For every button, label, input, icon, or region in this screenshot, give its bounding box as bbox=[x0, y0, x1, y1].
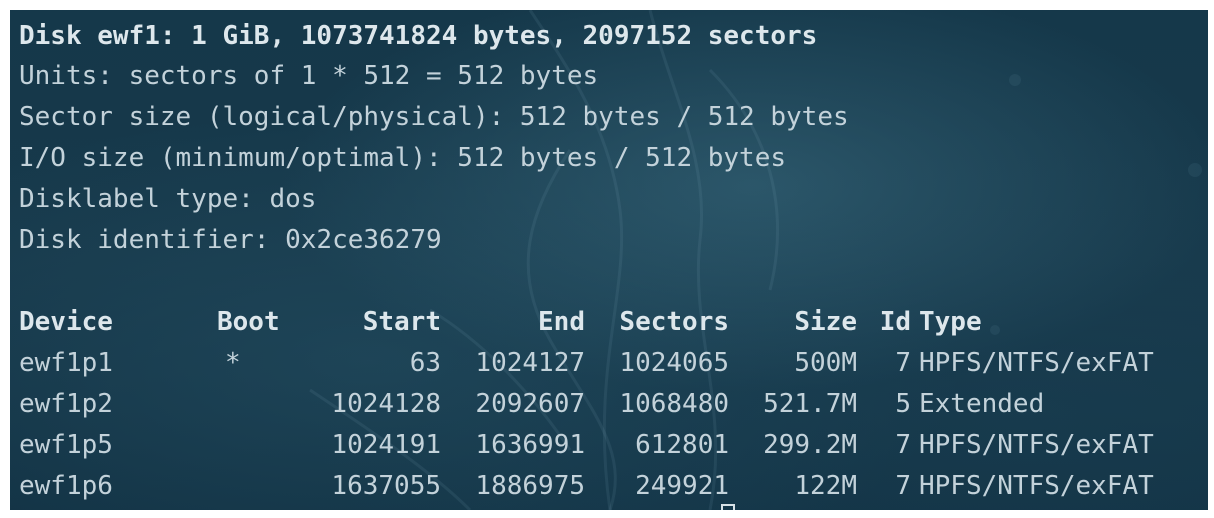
start-cell: 1024191 bbox=[331, 430, 441, 460]
terminal-window[interactable]: Disk ewf1: 1 GiB, 1073741824 bytes, 2097… bbox=[10, 10, 1208, 510]
device-cell: ewf1p2 bbox=[19, 389, 113, 419]
type-cell: HPFS/NTFS/exFAT bbox=[919, 348, 1154, 378]
id-cell: 5 bbox=[895, 389, 911, 419]
table-header-row: Device Boot Start End Sectors Size Id Ty… bbox=[19, 302, 982, 342]
column-header-sectors: Sectors bbox=[619, 307, 729, 337]
end-cell: 2092607 bbox=[475, 389, 585, 419]
type-cell: HPFS/NTFS/exFAT bbox=[919, 471, 1154, 501]
end-cell: 1886975 bbox=[475, 471, 585, 501]
disk-identifier-line: Disk identifier: 0x2ce36279 bbox=[19, 225, 442, 255]
column-header-size: Size bbox=[794, 307, 857, 337]
sectors-cell: 1024065 bbox=[619, 348, 729, 378]
sectors-cell: 1068480 bbox=[619, 389, 729, 419]
id-cell: 7 bbox=[895, 471, 911, 501]
disklabel-type-line: Disklabel type: dos bbox=[19, 184, 317, 214]
id-cell: 7 bbox=[895, 348, 911, 378]
start-cell: 63 bbox=[409, 348, 441, 378]
column-header-type: Type bbox=[919, 307, 982, 337]
units-line: Units: sectors of 1 * 512 = 512 bytes bbox=[19, 61, 599, 91]
column-header-end: End bbox=[538, 307, 585, 337]
table-row: ewf1p1 * 63 1024127 1024065 500M 7 HPFS/… bbox=[19, 343, 1154, 383]
io-size-line: I/O size (minimum/optimal): 512 bytes / … bbox=[19, 143, 787, 173]
size-cell: 521.7M bbox=[763, 389, 857, 419]
sectors-cell: 249921 bbox=[635, 471, 729, 501]
id-cell: 7 bbox=[895, 430, 911, 460]
device-cell: ewf1p5 bbox=[19, 430, 113, 460]
column-header-start: Start bbox=[362, 307, 441, 337]
table-row: ewf1p2 1024128 2092607 1068480 521.7M 5 … bbox=[19, 384, 1044, 424]
disk-summary-line: Disk ewf1: 1 GiB, 1073741824 bytes, 2097… bbox=[19, 21, 818, 51]
column-header-device: Device bbox=[19, 307, 113, 337]
type-cell: HPFS/NTFS/exFAT bbox=[919, 430, 1154, 460]
sectors-cell: 612801 bbox=[635, 430, 729, 460]
text-cursor bbox=[721, 504, 735, 510]
sector-size-line: Sector size (logical/physical): 512 byte… bbox=[19, 102, 849, 132]
start-cell: 1024128 bbox=[331, 389, 441, 419]
column-header-id: Id bbox=[879, 307, 911, 337]
type-cell: Extended bbox=[919, 389, 1045, 419]
size-cell: 500M bbox=[794, 348, 857, 378]
device-cell: ewf1p1 bbox=[19, 348, 113, 378]
size-cell: 299.2M bbox=[763, 430, 857, 460]
end-cell: 1024127 bbox=[475, 348, 585, 378]
start-cell: 1637055 bbox=[331, 471, 441, 501]
end-cell: 1636991 bbox=[475, 430, 585, 460]
device-cell: ewf1p6 bbox=[19, 471, 113, 501]
size-cell: 122M bbox=[794, 471, 857, 501]
table-row: ewf1p6 1637055 1886975 249921 122M 7 HPF… bbox=[19, 466, 1154, 506]
table-row: ewf1p5 1024191 1636991 612801 299.2M 7 H… bbox=[19, 425, 1154, 465]
